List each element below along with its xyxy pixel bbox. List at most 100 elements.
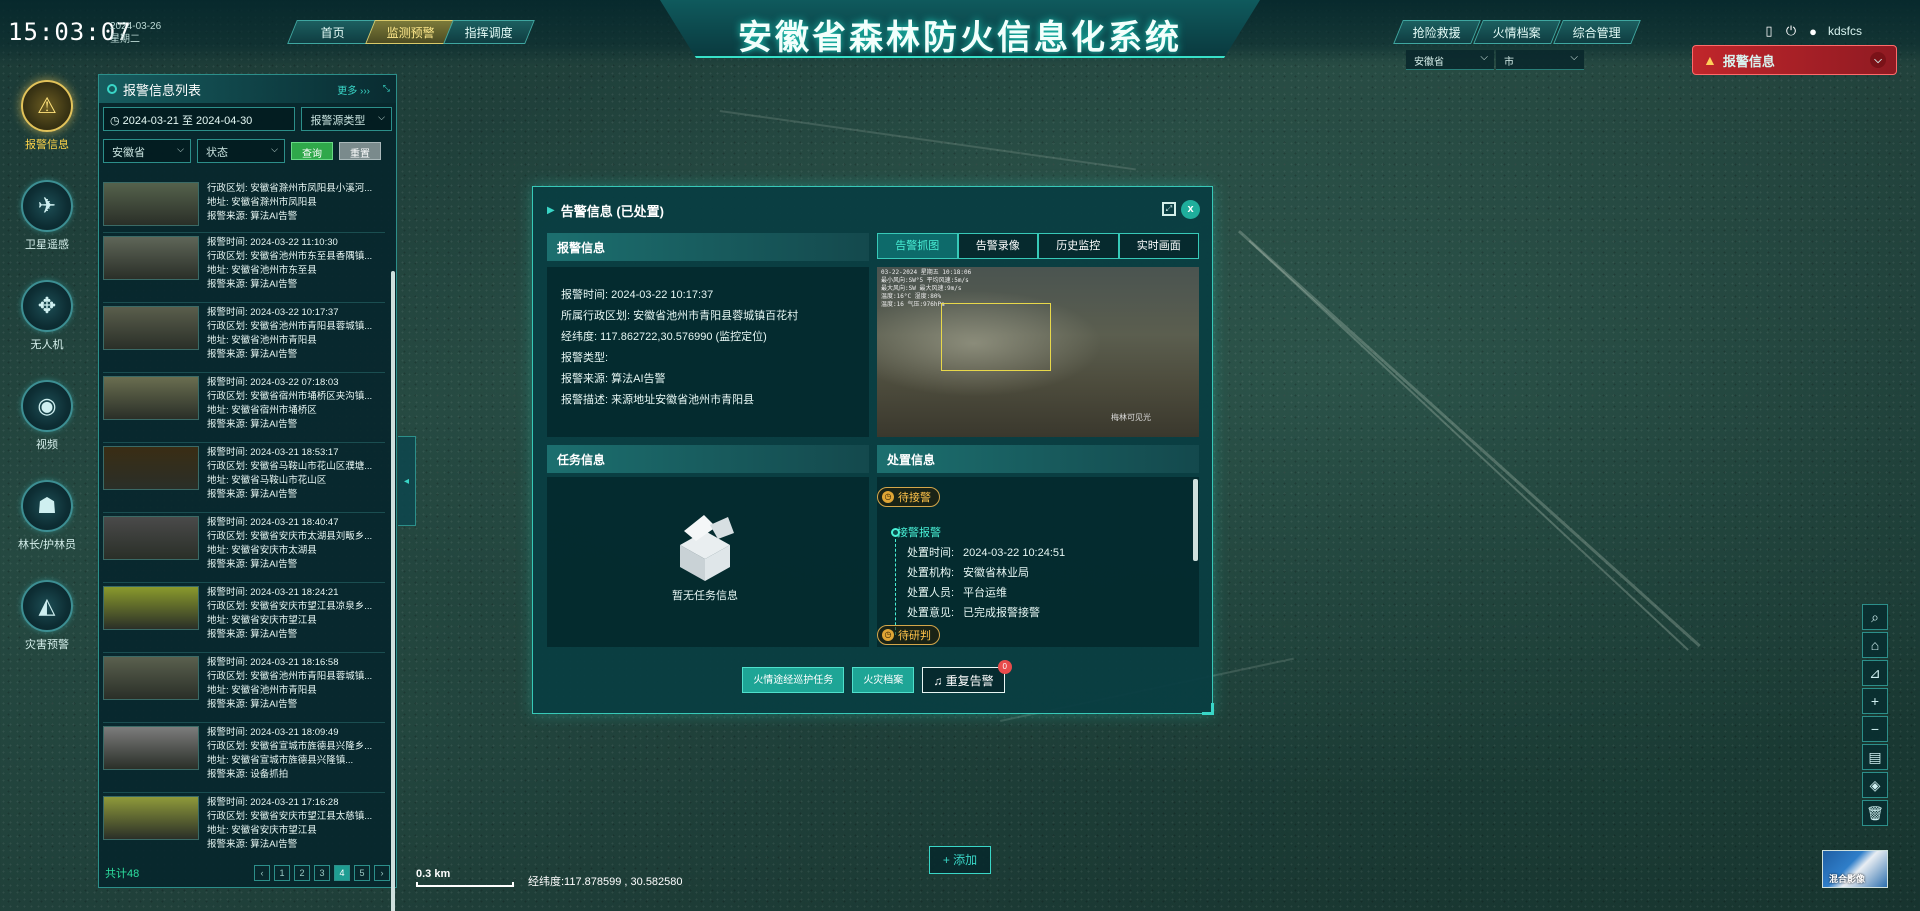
tab-snapshot[interactable]: 告警抓图 bbox=[877, 233, 958, 259]
alarm-list-item[interactable]: 报警时间: 2024-03-21 18:09:49 行政区划: 安徽省宣城市旌德县… bbox=[103, 723, 385, 793]
layers-icon[interactable]: ◈ bbox=[1862, 772, 1888, 798]
rail-disaster[interactable]: ◭ 灾害预警 bbox=[0, 580, 94, 652]
measure-icon[interactable]: ⊿ bbox=[1862, 660, 1888, 686]
alarm-list-item[interactable]: 报警时间: 2024-03-22 10:17:37 行政区划: 安徽省池州市青阳县… bbox=[103, 303, 385, 373]
alarm-thumbnail[interactable] bbox=[103, 182, 199, 226]
province-filter[interactable]: 安徽省 ⌵ bbox=[103, 139, 191, 163]
timeline-row: 处置意见: 已完成报警接警 bbox=[907, 607, 1040, 619]
rail-alarm-label: 报警信息 bbox=[25, 139, 69, 151]
list-scrollbar[interactable] bbox=[391, 271, 395, 911]
collapse-icon[interactable]: ⤡ bbox=[383, 83, 390, 94]
source-type-select[interactable]: 报警源类型 ⌵ bbox=[301, 107, 392, 131]
resize-corner[interactable] bbox=[1202, 703, 1214, 715]
rail-drone[interactable]: ✥ 无人机 bbox=[0, 280, 94, 352]
phone-icon[interactable]: ▯ bbox=[1762, 23, 1776, 38]
rail-satellite[interactable]: ✈ 卫星遥感 bbox=[0, 180, 94, 252]
expand-icon[interactable]: ⤢ bbox=[1162, 202, 1176, 216]
alarm-list-item[interactable]: 报警时间: 2024-03-22 07:18:03 行政区划: 安徽省宿州市埇桥区… bbox=[103, 373, 385, 443]
alarm-list-item[interactable]: 报警时间: 2024-03-21 18:53:17 行政区划: 安徽省马鞍山市花山… bbox=[103, 443, 385, 513]
nav-monitoring[interactable]: 监测预警 bbox=[365, 20, 457, 44]
rail-ranger[interactable]: ☗ 林长/护林员 bbox=[0, 480, 94, 552]
page-2[interactable]: 2 bbox=[294, 865, 310, 881]
rail-alarm[interactable]: ⚠ 报警信息 bbox=[0, 80, 94, 152]
page-1[interactable]: 1 bbox=[274, 865, 290, 881]
alarm-list-item[interactable]: 报警时间: 2024-03-21 18:16:58 行政区划: 安徽省池州市青阳县… bbox=[103, 653, 385, 723]
close-button[interactable]: x bbox=[1181, 200, 1200, 219]
chevron-down-icon[interactable]: ⌵ bbox=[1870, 52, 1886, 68]
rail-video[interactable]: ◉ 视频 bbox=[0, 380, 94, 452]
alarm-list-item[interactable]: 报警时间: 2024-03-21 18:40:47 行政区划: 安徽省安庆市太湖县… bbox=[103, 513, 385, 583]
nav-rescue[interactable]: 抢险救援 bbox=[1393, 20, 1481, 44]
alarm-item-line: 报警来源: 算法AI告警 bbox=[207, 279, 298, 290]
alarm-thumbnail[interactable] bbox=[103, 306, 199, 350]
tab-live[interactable]: 实时画面 bbox=[1118, 233, 1199, 259]
more-label: 更多 bbox=[337, 85, 358, 97]
alarm-list-item[interactable]: 报警时间: 2024-03-21 17:16:28 行政区划: 安徽省安庆市望江县… bbox=[103, 793, 385, 859]
alarm-item-line: 行政区划: 安徽省安庆市望江县凉泉乡... bbox=[207, 601, 373, 612]
tab-history[interactable]: 历史监控 bbox=[1038, 233, 1119, 259]
disaster-warning-icon: ◭ bbox=[21, 580, 73, 632]
panel-collapse-tab[interactable]: ◂ bbox=[398, 436, 416, 526]
nav-home[interactable]: 首页 bbox=[287, 20, 379, 44]
alarm-item-line: 地址: 安徽省池州市东至县 bbox=[207, 265, 317, 276]
duplicate-alarm-label: 重复告警 bbox=[945, 674, 994, 688]
alarm-thumbnail[interactable] bbox=[103, 236, 199, 280]
zoom-in-icon[interactable]: + bbox=[1862, 688, 1888, 714]
nav-fire-archive[interactable]: 火情档案 bbox=[1473, 20, 1561, 44]
info-time: 报警时间: 2024-03-22 10:17:37 bbox=[561, 289, 714, 301]
alarm-thumbnail[interactable] bbox=[103, 446, 199, 490]
status-pending-receive-label: 待接警 bbox=[898, 492, 931, 504]
prev-page-icon[interactable]: ‹ bbox=[254, 865, 270, 881]
query-button[interactable]: 查询 bbox=[291, 142, 333, 160]
basemap-switcher[interactable]: 混合影像 bbox=[1822, 850, 1888, 888]
alarm-item-line: 报警来源: 算法AI告警 bbox=[207, 629, 298, 640]
duplicate-alarm-button[interactable]: ♫ 重复告警 0 bbox=[922, 660, 1012, 693]
nav-command[interactable]: 指挥调度 bbox=[443, 20, 535, 44]
process-scrollbar[interactable] bbox=[1193, 479, 1198, 561]
collapse-arrow-icon: ◂ bbox=[403, 475, 410, 487]
city-select[interactable]: 市 ⌵ bbox=[1496, 50, 1584, 70]
alarm-list-item[interactable]: 报警时间: 2024-03-21 18:24:21 行政区划: 安徽省安庆市望江县… bbox=[103, 583, 385, 653]
home-icon[interactable]: ⌂ bbox=[1862, 632, 1888, 658]
alarm-snapshot-image[interactable]: 03-22-2024 星期五 10:18:06 最小风向:SW°5 平均风速:5m… bbox=[877, 267, 1199, 437]
alarm-thumbnail[interactable] bbox=[103, 586, 199, 630]
alarm-thumbnail[interactable] bbox=[103, 796, 199, 840]
info-coords: 经纬度: 117.862722,30.576990 (监控定位) bbox=[561, 331, 767, 343]
page-5[interactable]: 5 bbox=[354, 865, 370, 881]
reset-button[interactable]: 重置 bbox=[339, 142, 381, 160]
status-filter[interactable]: 状态 ⌵ bbox=[197, 139, 285, 163]
nav-admin[interactable]: 综合管理 bbox=[1553, 20, 1641, 44]
power-icon[interactable]: ⏻ bbox=[1784, 23, 1798, 38]
chevron-down-icon: ⌵ bbox=[271, 144, 278, 154]
alarm-list-panel: 报警信息列表 更多 ››› ⤡ ◷ 2024-03-21 至 2024-04-3… bbox=[98, 74, 397, 911]
fire-archive-button[interactable]: 火灾档案 bbox=[852, 667, 915, 693]
alarm-thumbnail[interactable] bbox=[103, 726, 199, 770]
zoom-out-icon[interactable]: − bbox=[1862, 716, 1888, 742]
alarm-item-text: 行政区划: 安徽省滁州市凤阳县小溪河... 地址: 安徽省滁州市凤阳县 报警来源: … bbox=[207, 182, 377, 229]
add-button[interactable]: + 添加 bbox=[929, 846, 991, 874]
alarm-item-line: 报警来源: 算法AI告警 bbox=[207, 699, 298, 710]
alarm-thumbnail[interactable] bbox=[103, 516, 199, 560]
weekday: 星期二 bbox=[110, 34, 140, 45]
province-select[interactable]: 安徽省 ⌵ bbox=[1406, 50, 1494, 70]
page-4[interactable]: 4 bbox=[334, 865, 350, 881]
trash-icon[interactable]: 🗑 bbox=[1862, 800, 1888, 826]
page-3[interactable]: 3 bbox=[314, 865, 330, 881]
alarm-thumbnail[interactable] bbox=[103, 376, 199, 420]
alarm-list-item[interactable]: 报警时间: 2024-03-22 11:10:30 行政区划: 安徽省池州市东至县… bbox=[103, 233, 385, 303]
filter-row-2: 安徽省 ⌵ 状态 ⌵ 查询 重置 bbox=[99, 135, 396, 167]
toolbox-icon[interactable]: ▤ bbox=[1862, 744, 1888, 770]
tab-recording[interactable]: 告警录像 bbox=[957, 233, 1038, 259]
search-icon[interactable]: ⌕ bbox=[1862, 604, 1888, 630]
panel-title: 报警信息列表 bbox=[123, 82, 202, 98]
more-link[interactable]: 更多 ››› bbox=[337, 82, 370, 97]
alarm-info-pill[interactable]: ▲ 报警信息 ⌵ bbox=[1692, 45, 1897, 75]
alarm-list-item[interactable]: 行政区划: 安徽省滁州市凤阳县小溪河... 地址: 安徽省滁州市凤阳县 报警来源: … bbox=[103, 179, 385, 233]
status-pending-receive: ◷ 待接警 bbox=[877, 487, 940, 507]
alarm-thumbnail[interactable] bbox=[103, 656, 199, 700]
user-icon[interactable]: ● bbox=[1806, 24, 1820, 39]
alarm-item-line: 报警时间: 2024-03-22 11:10:30 bbox=[207, 237, 338, 248]
next-page-icon[interactable]: › bbox=[374, 865, 390, 881]
patrol-task-button[interactable]: 火情途经巡护任务 bbox=[742, 667, 845, 693]
date-range-picker[interactable]: ◷ 2024-03-21 至 2024-04-30 bbox=[103, 107, 296, 131]
